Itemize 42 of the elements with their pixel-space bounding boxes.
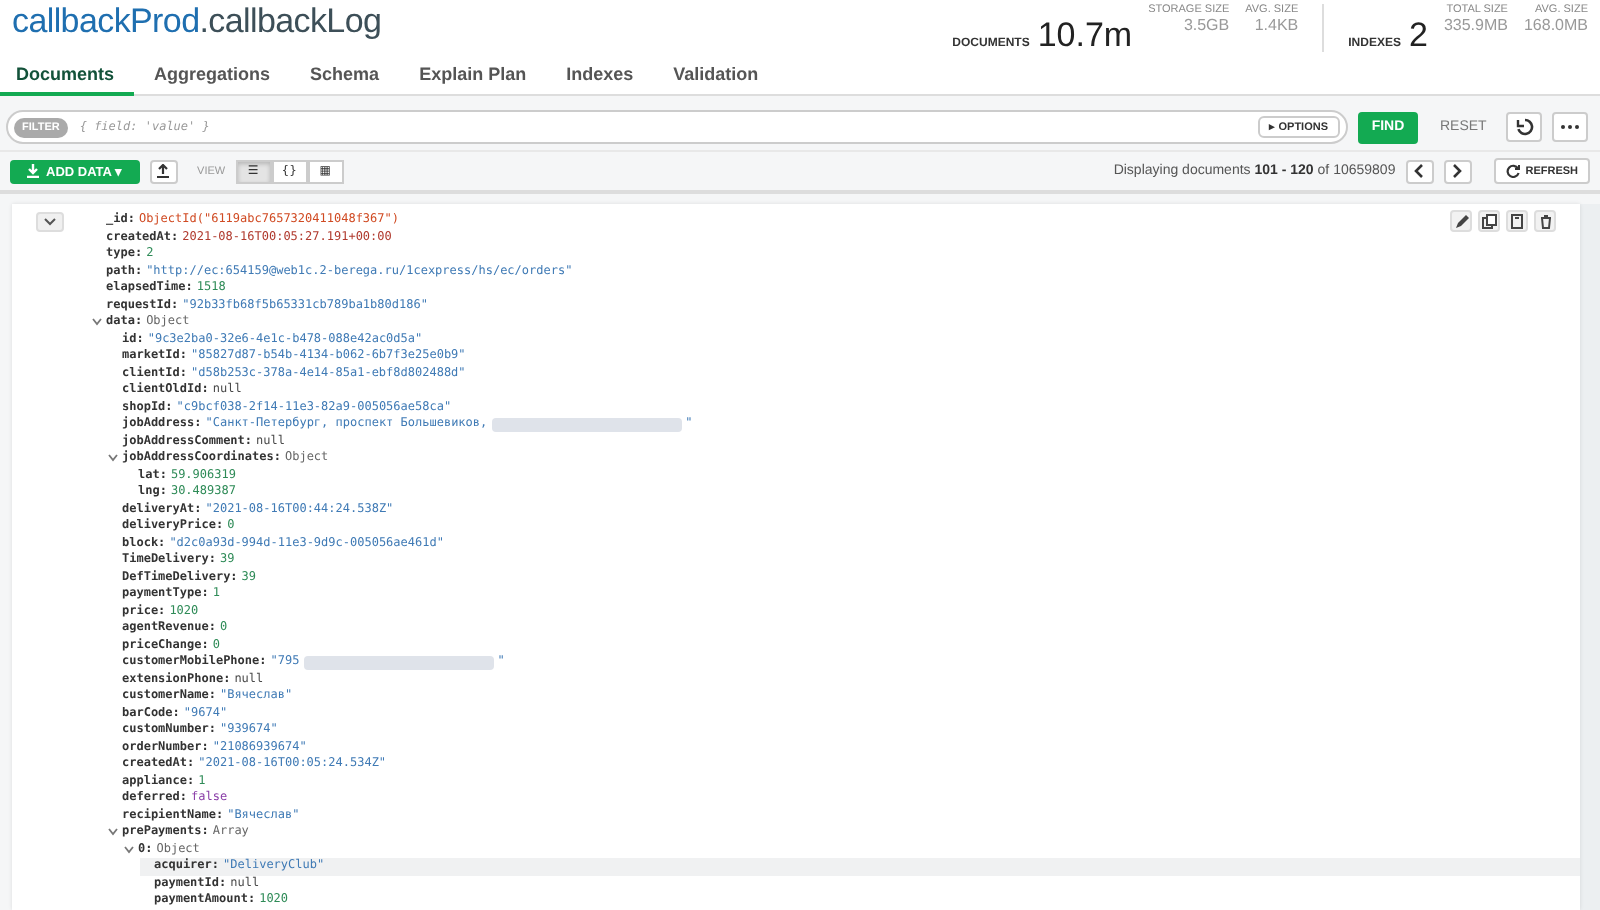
previous-page-button[interactable] <box>1405 159 1434 183</box>
copy-button[interactable] <box>1478 210 1500 232</box>
chevron-right-icon <box>1452 164 1463 178</box>
tab[interactable]: Schema <box>290 56 400 96</box>
stat-value: 3.5GB <box>1183 16 1230 34</box>
tab[interactable]: Aggregations <box>134 56 291 96</box>
more-icon <box>1560 124 1580 130</box>
next-page-button[interactable] <box>1443 159 1472 183</box>
delete-button[interactable] <box>1534 210 1556 232</box>
stat-value: 168.0MB <box>1523 16 1588 34</box>
trash-icon <box>1537 213 1553 229</box>
database-name: callbackProd <box>12 2 200 40</box>
upload-icon <box>156 164 171 178</box>
history-button[interactable] <box>1506 112 1542 142</box>
stat-value: 1.4KB <box>1254 16 1299 34</box>
chevron-down-icon <box>92 318 102 327</box>
edit-button[interactable] <box>1450 210 1472 232</box>
copy-icon <box>1481 213 1497 229</box>
chevron-down-icon <box>44 218 56 226</box>
expand-toggle[interactable] <box>36 212 64 232</box>
stat-value: 2 <box>1408 16 1428 56</box>
history-icon <box>1515 118 1533 136</box>
chevron-left-icon <box>1414 164 1425 178</box>
tab[interactable]: Validation <box>653 56 779 96</box>
download-icon <box>26 164 40 178</box>
tab[interactable]: Explain Plan <box>399 56 547 96</box>
scrollbar[interactable] <box>1580 204 1600 910</box>
expand-caret[interactable] <box>108 828 122 837</box>
stat-value: 335.9MB <box>1443 16 1508 34</box>
expand-caret[interactable] <box>108 454 122 463</box>
tab[interactable]: Indexes <box>546 56 654 96</box>
more-button[interactable] <box>1552 112 1588 142</box>
collection-name: .callbackLog <box>199 2 382 40</box>
expand-caret[interactable] <box>92 318 106 327</box>
pencil-icon <box>1453 213 1469 229</box>
export-button[interactable] <box>149 159 178 183</box>
chevron-down-icon <box>108 454 118 463</box>
expand-caret[interactable] <box>124 845 138 854</box>
clone-button[interactable] <box>1506 210 1528 232</box>
pages-icon <box>1509 213 1525 229</box>
refresh-icon <box>1505 164 1520 178</box>
stat-value: 10.7m <box>1037 16 1133 56</box>
